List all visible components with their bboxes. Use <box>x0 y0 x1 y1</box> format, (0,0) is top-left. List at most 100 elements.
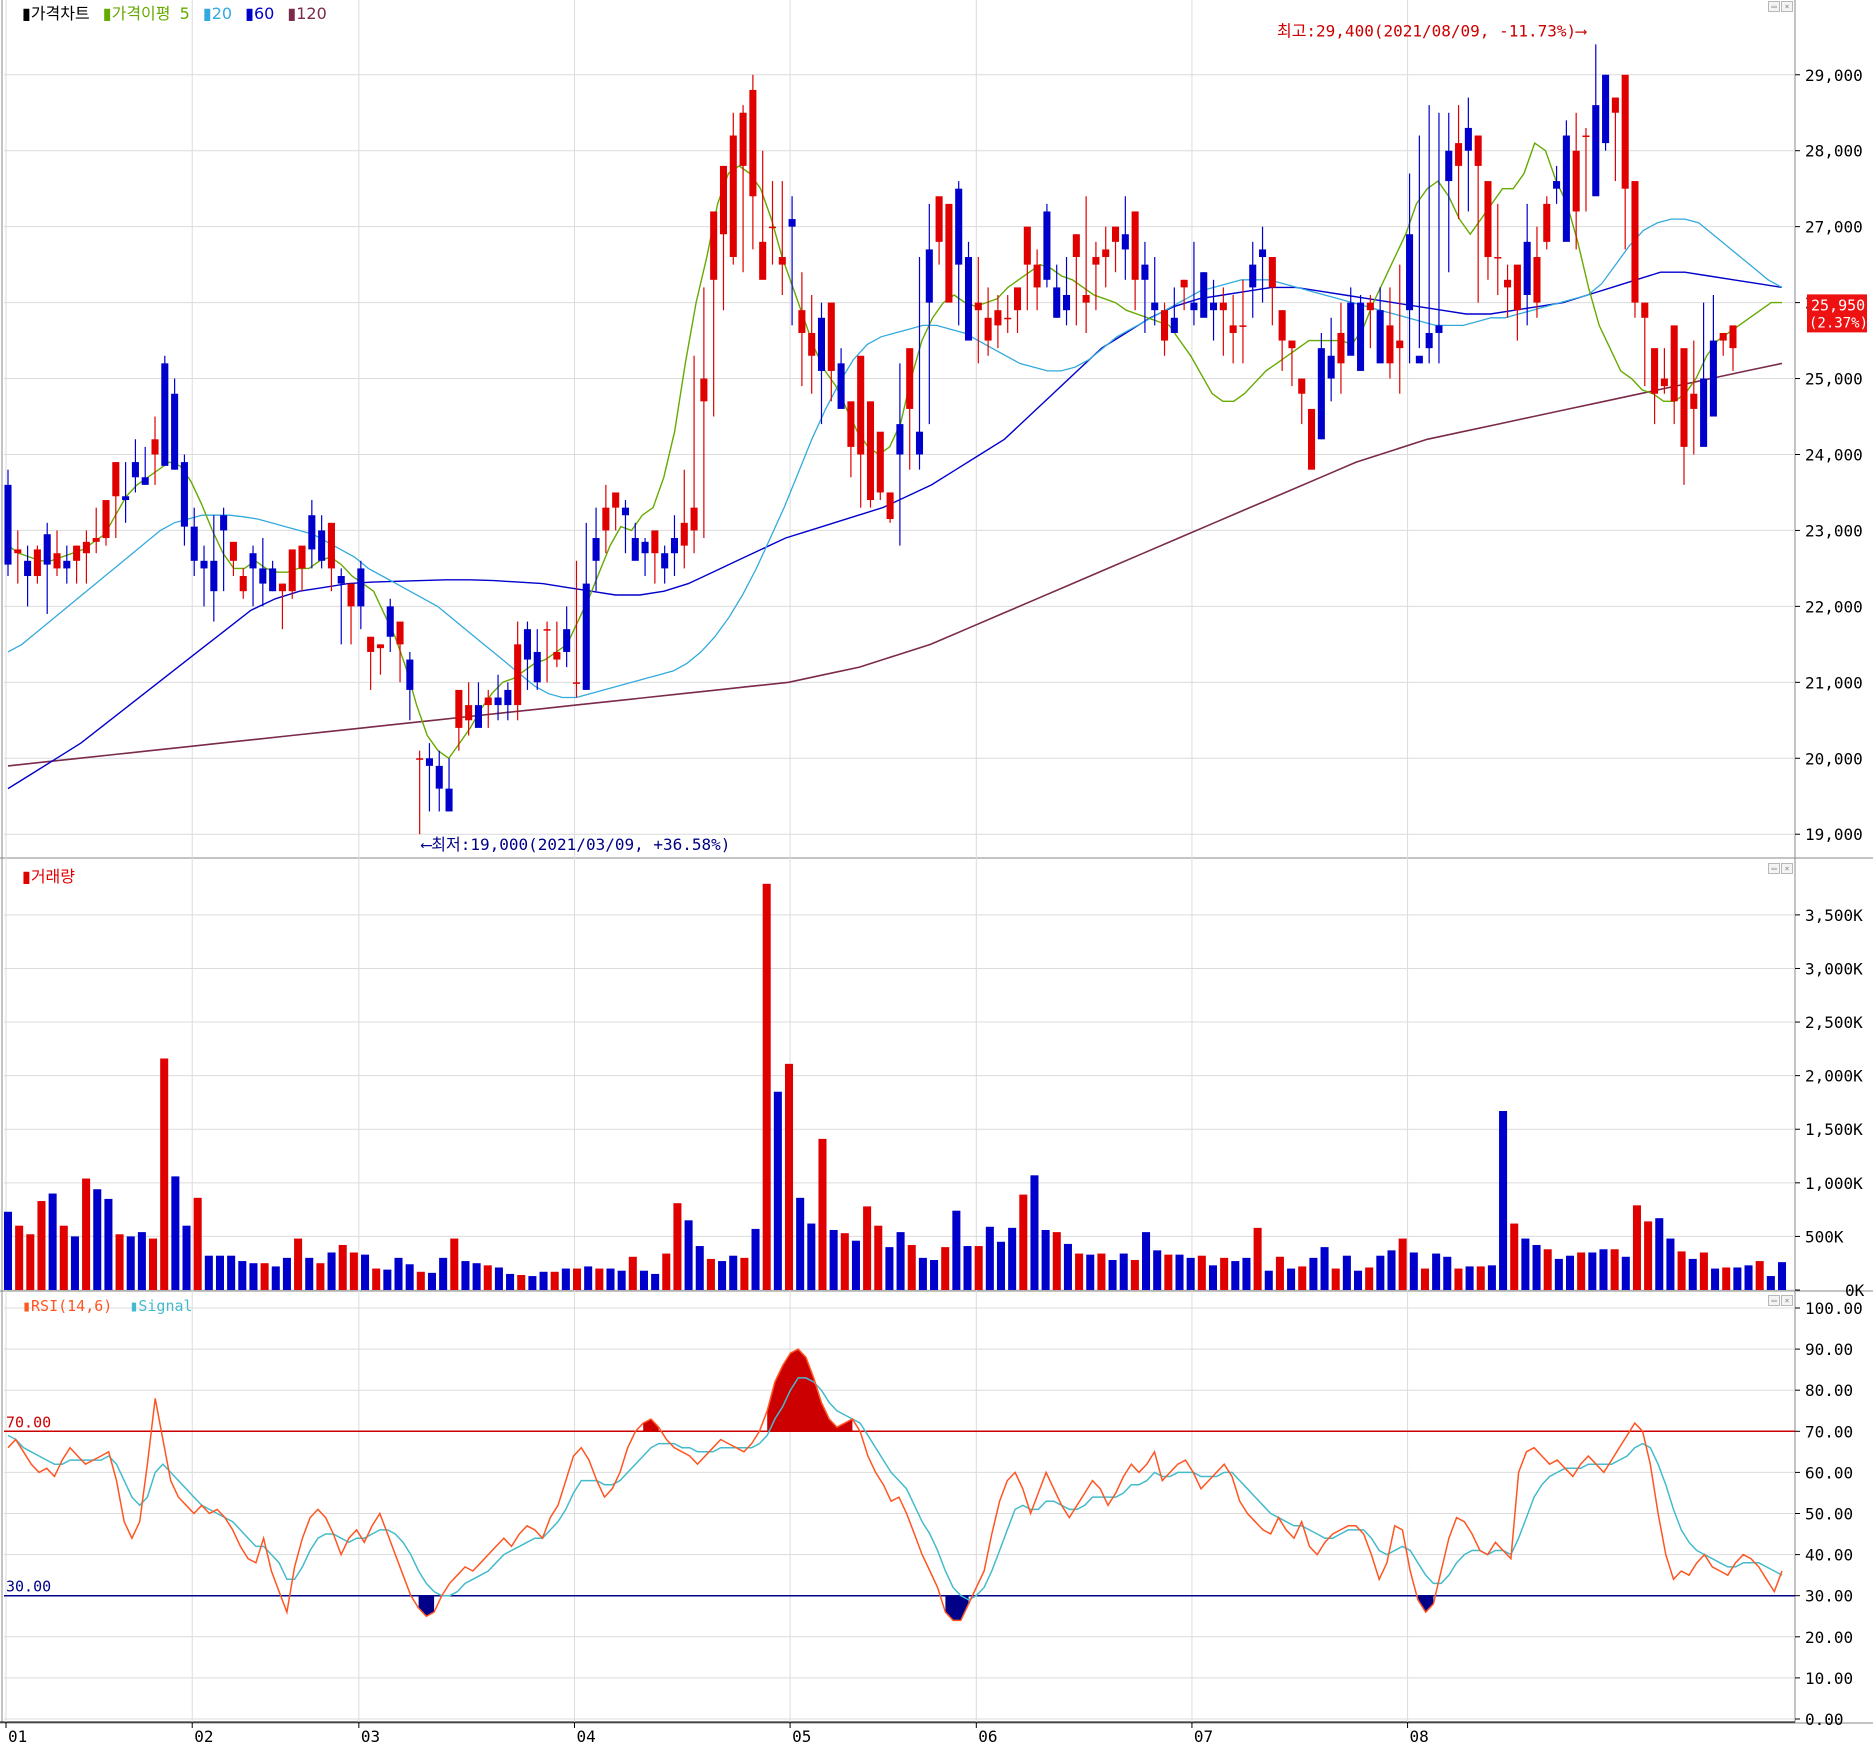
volume-bar <box>1354 1270 1363 1290</box>
volume-bar <box>405 1264 414 1290</box>
volume-bar <box>1086 1254 1095 1290</box>
rsi-y-tick-label: 30.00 <box>1805 1587 1853 1606</box>
rsi-y-tick-label: 90.00 <box>1805 1340 1853 1359</box>
candle-body <box>719 165 728 235</box>
candle-body <box>1386 325 1394 364</box>
candle-body <box>43 534 51 565</box>
candle-body <box>1308 408 1316 470</box>
candle-body <box>857 355 865 455</box>
volume-bar <box>1253 1227 1262 1290</box>
candle <box>945 203 953 303</box>
volume-bar <box>1052 1232 1061 1290</box>
candle-body <box>33 549 41 576</box>
candle-body <box>102 500 110 539</box>
volume-bar <box>1164 1254 1173 1290</box>
volume-bar <box>1599 1249 1608 1290</box>
candle-body <box>53 553 61 569</box>
candle-body <box>670 538 679 554</box>
candle-body <box>906 348 914 409</box>
candle-body <box>63 560 71 569</box>
volume-bar <box>1275 1256 1284 1290</box>
candle-body <box>1082 295 1090 303</box>
volume-bar <box>1755 1261 1764 1290</box>
candle-body <box>1043 211 1051 280</box>
candle-body <box>1366 302 1374 311</box>
candle-body <box>1455 143 1463 166</box>
candle-body <box>1210 302 1218 311</box>
chart-canvas: 01 02 03 04 05 06 07 08 19,000 20,000 21,000 22,000… <box>0 0 1873 1748</box>
candle <box>886 492 894 523</box>
volume-bar <box>383 1269 392 1290</box>
volume-bar <box>606 1268 615 1290</box>
candle-body <box>416 758 424 760</box>
candle-body <box>259 568 267 584</box>
candle-body <box>700 378 708 402</box>
candle-body <box>572 682 580 684</box>
volume-bar <box>193 1197 202 1290</box>
volume-close-button[interactable]: × <box>1781 863 1793 874</box>
candle-body <box>1180 279 1188 288</box>
ma-legend: ▮가격이평 5 <box>102 4 190 23</box>
volume-bar <box>673 1203 682 1290</box>
x-tick-label: 05 <box>792 1727 811 1746</box>
volume-bar <box>1722 1267 1731 1290</box>
candle-body <box>631 538 639 561</box>
candle-body <box>425 758 433 766</box>
volume-bar <box>662 1253 671 1290</box>
volume-bar <box>628 1256 637 1290</box>
volume-bar <box>796 1197 805 1290</box>
volume-bar <box>439 1257 448 1290</box>
rsi-legend-label: ▮RSI(14,6) <box>22 1297 113 1315</box>
x-tick-label: 03 <box>361 1727 380 1746</box>
candle-body <box>778 257 786 265</box>
price-close-button[interactable]: × <box>1781 1 1793 12</box>
candle-body <box>327 522 335 569</box>
candle-body <box>465 705 473 721</box>
volume-bar <box>1041 1229 1050 1290</box>
volume-minimize-button[interactable]: ▭ <box>1768 863 1780 874</box>
volume-bar <box>695 1246 704 1290</box>
volume-bar <box>160 1058 169 1290</box>
volume-bar <box>573 1268 582 1290</box>
volume-y-tick-label: 1,000K <box>1805 1174 1863 1193</box>
volume-bar <box>539 1271 548 1290</box>
volume-bar <box>1610 1249 1619 1290</box>
candle-body <box>1337 332 1345 364</box>
volume-bar <box>1242 1257 1251 1290</box>
candle-body <box>1151 302 1159 311</box>
volume-bar <box>461 1261 470 1290</box>
candle-body <box>1317 348 1325 440</box>
candle <box>1043 203 1051 288</box>
candle-body <box>974 302 982 311</box>
volume-y-tick-label: 1,500K <box>1805 1120 1863 1139</box>
candle-body <box>729 135 737 258</box>
volume-bar <box>1175 1254 1184 1290</box>
volume-bar <box>1208 1265 1217 1290</box>
low-annotation: ⟵최저:19,000(2021/03/09, +36.58%) <box>421 835 731 854</box>
candle-body <box>1660 378 1668 387</box>
candle-body <box>210 560 218 592</box>
volume-bar <box>1365 1267 1374 1290</box>
candle-body <box>1111 226 1120 242</box>
candle-body <box>180 462 188 527</box>
candle-body <box>661 553 669 569</box>
volume-bar <box>829 1229 838 1290</box>
rsi-minimize-button[interactable]: ▭ <box>1768 1295 1780 1306</box>
volume-bar <box>82 1178 91 1290</box>
price-minimize-button[interactable]: ▭ <box>1768 1 1780 12</box>
candle-body <box>1053 287 1061 318</box>
volume-bar <box>450 1238 459 1290</box>
volume-bar <box>1331 1268 1340 1290</box>
candle-body <box>621 507 629 516</box>
candle-body <box>994 310 1002 326</box>
candle-body <box>1347 302 1355 356</box>
volume-bar <box>338 1244 347 1290</box>
x-tick-label: 01 <box>8 1727 27 1746</box>
candle-body <box>1102 249 1110 258</box>
rsi-close-button[interactable]: × <box>1781 1295 1793 1306</box>
volume-bar <box>1130 1259 1139 1290</box>
candle-body <box>376 644 384 649</box>
candle-body <box>1141 264 1149 280</box>
candle-body <box>24 560 32 576</box>
volume-bar <box>271 1266 280 1290</box>
